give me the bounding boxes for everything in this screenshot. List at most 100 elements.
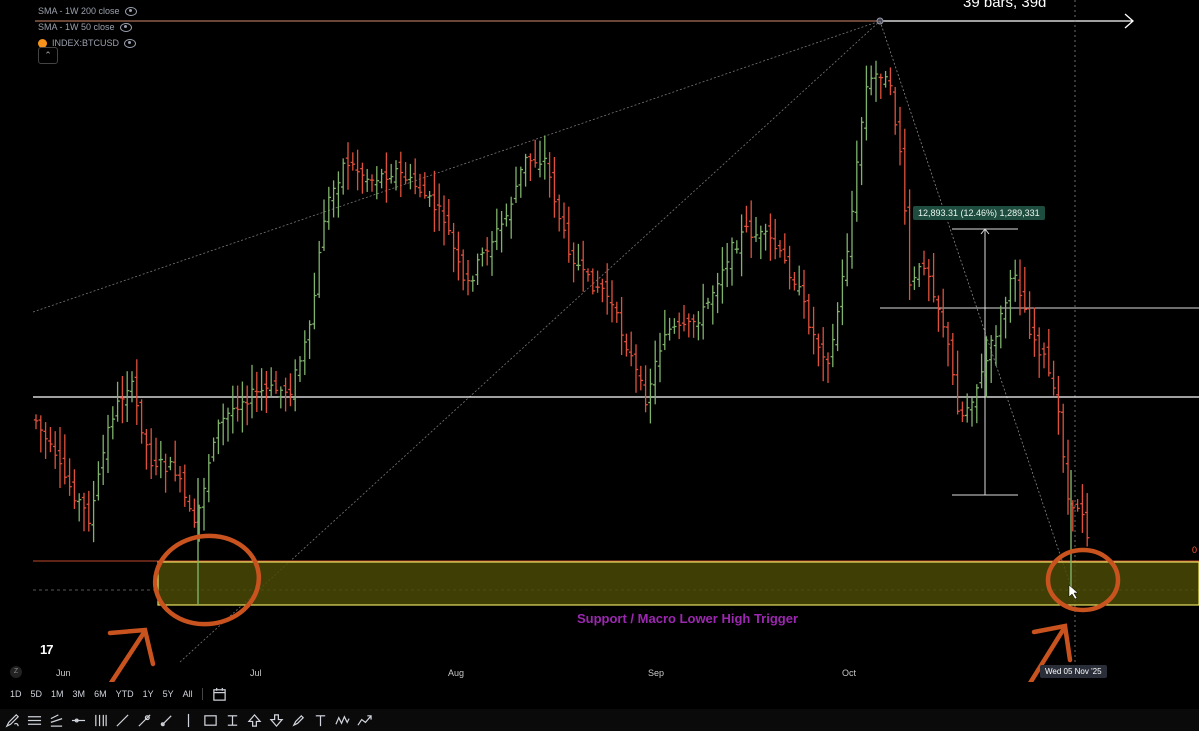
range-1m-button[interactable]: 1M [51, 689, 64, 699]
price-bar [288, 373, 293, 407]
price-bar [725, 242, 730, 288]
price-bar [696, 311, 701, 341]
price-chart[interactable] [0, 0, 1199, 682]
legend-sma200[interactable]: SMA - 1W 200 close [38, 3, 137, 19]
month-label-sep: Sep [648, 668, 665, 678]
price-bar [739, 214, 744, 277]
rectangle-icon[interactable] [202, 712, 218, 728]
price-bar [432, 170, 437, 232]
price-bar [758, 225, 763, 260]
price-bar [149, 428, 154, 480]
price-bar [1008, 269, 1013, 323]
price-bar [101, 434, 106, 486]
trend-line-upper[interactable] [32, 20, 881, 313]
price-bar [883, 70, 888, 88]
range-ytd-button[interactable]: YTD [116, 689, 134, 699]
price-bar [369, 174, 375, 192]
price-bar [413, 158, 418, 195]
price-bar [173, 440, 178, 482]
price-bar [1013, 259, 1018, 302]
vertical-line-icon[interactable] [180, 712, 196, 728]
horizontal-lines-icon[interactable] [26, 712, 42, 728]
price-bar [681, 304, 687, 332]
price-bar [969, 397, 975, 427]
eye-icon[interactable] [124, 6, 137, 16]
price-bar [854, 140, 859, 222]
price-bar [336, 171, 341, 218]
price-bar [1080, 484, 1085, 533]
range-5d-button[interactable]: 5D [31, 689, 43, 699]
pencil-icon[interactable] [4, 712, 20, 728]
calendar-range-icon[interactable] [212, 686, 228, 702]
price-bar [321, 199, 327, 251]
price-bar [465, 260, 471, 296]
pattern-icon[interactable] [334, 712, 350, 728]
support-zone[interactable] [157, 561, 1199, 606]
price-bar [638, 365, 643, 391]
price-bar [533, 139, 538, 168]
range-3m-button[interactable]: 3M [73, 689, 86, 699]
range-6m-button[interactable]: 6M [94, 689, 107, 699]
legend-sma50[interactable]: SMA - 1W 50 close [38, 19, 137, 35]
price-bar [345, 142, 351, 190]
range-all-button[interactable]: All [183, 689, 193, 699]
price-bar [206, 454, 211, 503]
path-icon[interactable] [356, 712, 372, 728]
price-bar [302, 330, 307, 375]
trend-line-falling[interactable] [879, 20, 1073, 591]
price-bar [33, 414, 39, 430]
price-bar [662, 309, 667, 351]
price-bar [398, 151, 403, 198]
price-bar [163, 453, 168, 493]
price-bar [1056, 375, 1061, 435]
price-bar [777, 240, 783, 258]
price-bar [801, 269, 807, 319]
price-bar [408, 163, 413, 190]
horizontal-ray-icon[interactable] [70, 712, 86, 728]
price-bar [115, 381, 120, 422]
price-bar [667, 317, 672, 341]
price-bar [792, 272, 797, 291]
timezone-badge[interactable]: Z [10, 666, 22, 678]
price-range-measure[interactable] [952, 228, 1018, 496]
price-bar [912, 266, 917, 290]
brush-icon[interactable] [158, 712, 174, 728]
chart-legend: SMA - 1W 200 close SMA - 1W 50 close IND… [38, 3, 137, 51]
price-bar [1027, 291, 1032, 340]
price-bar [269, 367, 274, 398]
price-bar [91, 480, 96, 543]
marker-pen-icon[interactable] [290, 712, 306, 728]
price-bar [523, 153, 528, 187]
pitchfork-icon[interactable] [48, 712, 64, 728]
vertical-lines-icon[interactable] [92, 712, 108, 728]
price-bar [729, 237, 735, 286]
eye-icon[interactable] [119, 22, 132, 32]
annotation-arrow-left[interactable] [88, 627, 156, 682]
legend-collapse-button[interactable]: ⌃ [38, 47, 58, 64]
arrow-down-icon[interactable] [268, 712, 284, 728]
text-anchor-icon[interactable] [224, 712, 240, 728]
price-bar [177, 465, 183, 493]
arrow-up-icon[interactable] [246, 712, 262, 728]
range-5y-button[interactable]: 5Y [163, 689, 174, 699]
sma50-label: SMA - 1W 50 close [38, 22, 115, 32]
bars-range-label: 39 bars, 39d [963, 0, 1047, 11]
drawing-toolbar [0, 709, 1199, 731]
range-1y-button[interactable]: 1Y [143, 689, 154, 699]
price-bar [1041, 342, 1047, 369]
range-1d-button[interactable]: 1D [10, 689, 22, 699]
price-bar [341, 158, 346, 195]
crosshair-line-icon[interactable] [136, 712, 152, 728]
eye-icon[interactable] [124, 38, 137, 48]
trend-line-icon[interactable] [114, 712, 130, 728]
price-bar [902, 128, 907, 225]
text-tool-icon[interactable] [312, 712, 328, 728]
price-bar [43, 422, 48, 459]
price-bar [379, 168, 384, 189]
price-bar [326, 186, 331, 230]
price-bar [168, 456, 173, 471]
price-bar [273, 371, 279, 394]
price-bar [609, 280, 615, 323]
price-bar [245, 385, 250, 426]
price-bar [897, 106, 903, 166]
